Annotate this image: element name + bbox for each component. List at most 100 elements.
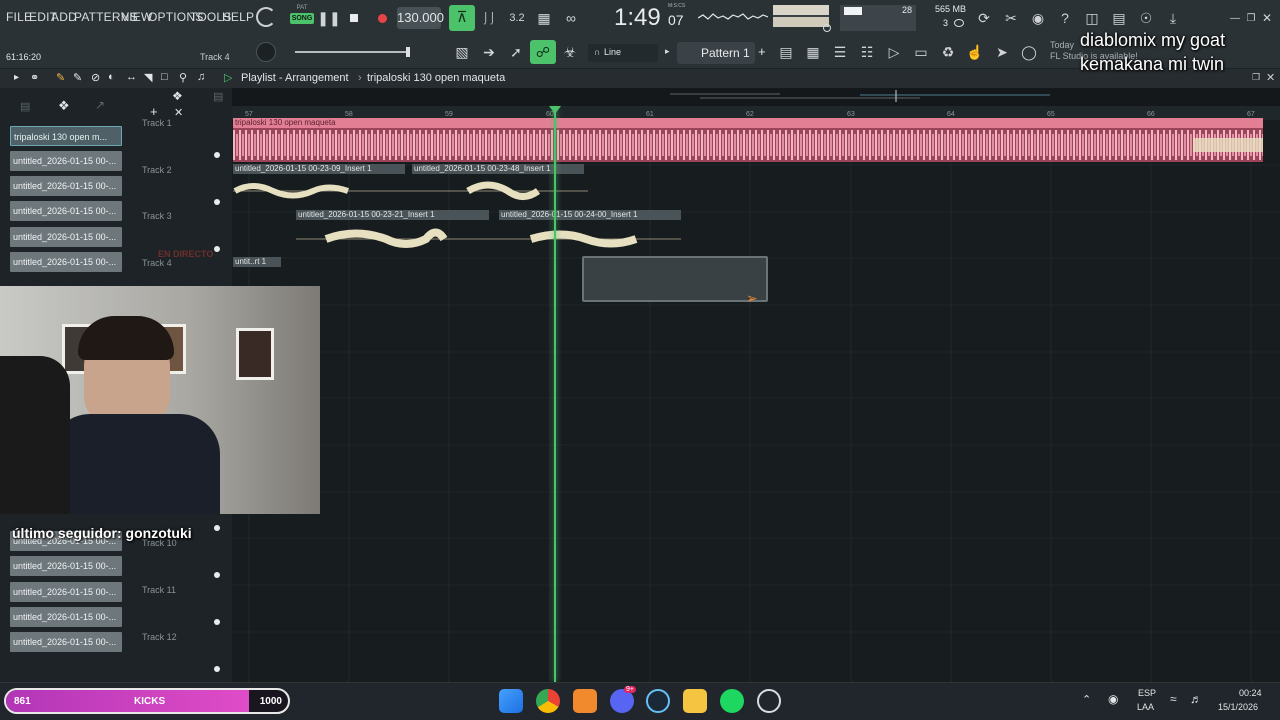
slice-tool-icon[interactable]: ◥ (144, 71, 152, 84)
clock-time[interactable]: 00:24 (1239, 688, 1262, 698)
track-mute-led[interactable] (214, 152, 220, 158)
main-pitch-knob[interactable] (256, 42, 276, 62)
picker-item[interactable]: untitled_2026-01-15 00-... (10, 556, 122, 576)
zoom-tool-icon[interactable]: ⚲ (179, 71, 187, 84)
loop-record-icon[interactable]: ∞ (558, 6, 584, 30)
windows-start-icon[interactable] (499, 689, 523, 713)
slide-tool-icon[interactable]: ➚ (503, 40, 529, 64)
master-volume-slider[interactable] (295, 47, 410, 57)
channel-rack-icon[interactable]: ▦ (800, 40, 826, 64)
headphones-icon[interactable]: ⚭ (30, 71, 39, 84)
snap-selector[interactable]: ∩ Line (588, 44, 658, 62)
tray-layout[interactable]: LAA (1137, 702, 1154, 712)
track-label-12[interactable]: Track 12 (142, 632, 177, 642)
picker-item[interactable]: untitled_2026-01-15 00-... (10, 252, 122, 272)
picker-item[interactable]: untitled_2026-01-15 00-... (10, 582, 122, 602)
plugin-icon[interactable]: ♻ (935, 40, 961, 64)
stop-icon[interactable] (341, 6, 367, 30)
help-icon[interactable]: ? (1052, 6, 1078, 30)
cut-icon[interactable]: ✂ (998, 6, 1024, 30)
picker-item[interactable]: untitled_2026-01-15 00-... (10, 201, 122, 221)
spotify-icon[interactable] (720, 689, 744, 713)
chat-icon[interactable]: ☉ (1133, 6, 1159, 30)
mute-tool-icon[interactable]: ◐ (108, 71, 115, 83)
clip-header-track2a[interactable]: untitled_2026-01-15 00-23-09_Insert 1 (233, 164, 405, 174)
playlist-play-icon[interactable]: ▷ (224, 71, 232, 84)
picker-item[interactable]: untitled_2026-01-15 00-... (10, 176, 122, 196)
volume-icon[interactable]: ♬ (1190, 692, 1202, 706)
project-icon[interactable]: ▭ (908, 40, 934, 64)
overview-strip[interactable] (660, 90, 1060, 102)
master-volume-knob[interactable] (823, 24, 831, 32)
brush-tool-icon[interactable]: ✎ (73, 71, 82, 84)
clock-date[interactable]: 15/1/2026 (1218, 702, 1258, 712)
chrome-icon[interactable] (536, 689, 560, 713)
add-pattern-icon[interactable]: + (758, 44, 766, 59)
save-icon[interactable]: ◫ (1079, 6, 1105, 30)
track-mute-led[interactable] (214, 246, 220, 252)
picker-item[interactable]: untitled_2026-01-15 00-... (10, 632, 122, 652)
track-mute-led[interactable] (214, 199, 220, 205)
microphone-icon[interactable]: ◉ (1025, 6, 1051, 30)
clip-header-track4[interactable]: untit..rt 1 (233, 257, 281, 267)
browser-icon[interactable]: ▷ (881, 40, 907, 64)
metronome-icon[interactable]: ⊼ (449, 5, 475, 31)
track-label-3[interactable]: Track 3 (142, 211, 172, 221)
eq-icon[interactable]: ☷ (854, 40, 880, 64)
obs-icon[interactable] (757, 689, 781, 713)
track-label-11[interactable]: Track 11 (142, 585, 176, 595)
select-tool-icon[interactable]: □ (161, 71, 168, 83)
picker-automation-icon[interactable]: ↗ (95, 98, 105, 112)
track-mute-led[interactable] (214, 619, 220, 625)
mixer-icon[interactable]: ☰ (827, 40, 853, 64)
file-explorer-icon[interactable] (683, 689, 707, 713)
download-icon[interactable]: ⤓ (1160, 6, 1186, 30)
pattern-prev-icon[interactable]: ▸ (665, 46, 670, 57)
picker-grid-icon[interactable]: ▤ (20, 100, 30, 113)
arrow-right-icon[interactable]: ➔ (476, 40, 502, 64)
undo-history-icon[interactable]: ⟳ (971, 6, 997, 30)
audio-clip-track1[interactable] (233, 128, 1263, 162)
playlist-menu-arrow-icon[interactable]: ▸ (14, 72, 19, 83)
track-label-4[interactable]: Track 4 (142, 258, 172, 268)
menu-help[interactable]: HELP (222, 10, 254, 24)
picker-item-active[interactable]: tripaloski 130 open m... (10, 126, 122, 146)
hint-icon[interactable]: ➤ (989, 40, 1015, 64)
picker-audio-icon[interactable]: ❖ (58, 98, 70, 114)
clip-header-track1[interactable]: tripaloski 130 open maqueta (233, 118, 1263, 128)
picker-piano-icon[interactable]: ▤ (213, 90, 223, 103)
picker-item[interactable]: untitled_2026-01-15 00-... (10, 151, 122, 171)
render-icon[interactable]: ▤ (1106, 6, 1132, 30)
link-icon[interactable]: ☍ (530, 40, 556, 64)
playback-tool-icon[interactable]: ♫ (197, 71, 205, 83)
selection-rectangle[interactable] (582, 256, 768, 302)
fl-studio-icon[interactable] (573, 689, 597, 713)
playhead[interactable] (554, 108, 556, 682)
touch-icon[interactable]: ☝ (962, 40, 988, 64)
clip-header-track2b[interactable]: untitled_2026-01-15 00-23-48_Insert 1 (412, 164, 584, 174)
pencil-tool-icon[interactable]: ✎ (56, 71, 65, 84)
tempo-display[interactable]: 130.000 (397, 7, 444, 29)
slip-tool-icon[interactable]: ↔ (126, 71, 137, 83)
track-scroll-icon[interactable]: ❖ (172, 89, 183, 103)
clip-header-track3a[interactable]: untitled_2026-01-15 00-23-21_Insert 1 (296, 210, 489, 220)
track-label-1[interactable]: Track 1 (142, 118, 172, 128)
playlist-icon[interactable]: ▤ (773, 40, 799, 64)
delete-tool-icon[interactable]: ⊘ (91, 71, 100, 84)
pat-song-toggle[interactable]: PAT SONG (290, 5, 314, 31)
remove-track-icon[interactable]: ✕ (174, 106, 183, 119)
tray-language[interactable]: ESP (1138, 688, 1156, 698)
wifi-icon[interactable]: ≈ (1170, 692, 1177, 706)
shop-icon[interactable]: ◯ (1016, 40, 1042, 64)
countdown-icon[interactable]: 3.2 (504, 6, 530, 30)
pattern-selector[interactable]: Pattern 1 (677, 42, 755, 64)
step-edit-icon[interactable]: ▦ (531, 6, 557, 30)
track-label-2[interactable]: Track 2 (142, 165, 172, 175)
steam-icon[interactable] (646, 689, 670, 713)
add-track-icon[interactable]: + (150, 104, 158, 119)
picker-item[interactable]: untitled_2026-01-15 00-... (10, 227, 122, 247)
record-icon[interactable] (369, 6, 395, 30)
playlist-restore-icon[interactable]: ❐ (1252, 72, 1260, 83)
track-mute-led[interactable] (214, 666, 220, 672)
tray-chevron-icon[interactable]: ⌃ (1082, 693, 1091, 706)
